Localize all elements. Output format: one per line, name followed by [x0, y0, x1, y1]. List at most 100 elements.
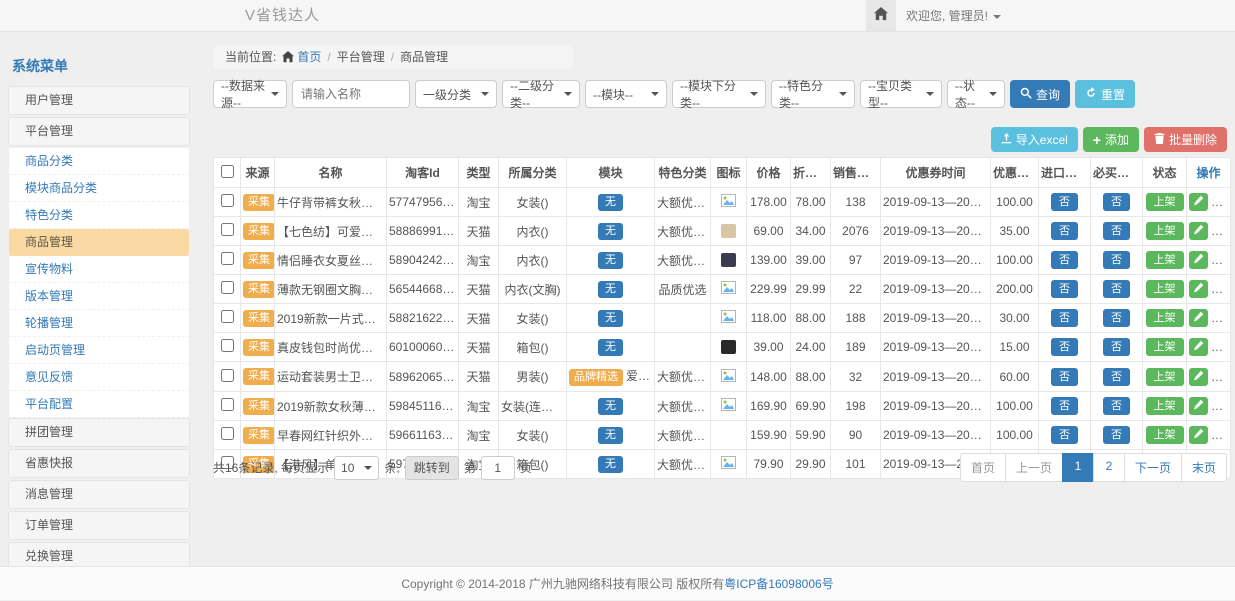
module-sub-category-select[interactable]: --模块下分类-- [672, 80, 766, 108]
imported-toggle[interactable]: 否 [1051, 368, 1078, 386]
status-toggle[interactable]: 上架 [1146, 309, 1184, 327]
must-buy-toggle[interactable]: 否 [1103, 193, 1130, 211]
cell-module: 无 [567, 421, 655, 450]
row-checkbox[interactable] [221, 281, 234, 294]
must-buy-toggle[interactable]: 否 [1103, 222, 1130, 240]
status-toggle[interactable]: 上架 [1146, 251, 1184, 269]
sidebar-item-版本管理[interactable]: 版本管理 [8, 283, 190, 310]
status-toggle[interactable]: 上架 [1146, 193, 1184, 211]
per-page-select[interactable]: 10 [334, 456, 379, 480]
user-menu[interactable]: 欢迎您, 管理员! [906, 0, 1001, 32]
row-checkbox[interactable] [221, 223, 234, 236]
status-toggle[interactable]: 上架 [1146, 397, 1184, 415]
sidebar-item-订单管理[interactable]: 订单管理 [8, 511, 190, 540]
cell-taoke-id: 588869917501 [387, 217, 459, 246]
level1-category-select[interactable]: 一级分类 [415, 80, 497, 108]
jump-page-input[interactable] [481, 456, 515, 480]
page-button-末页[interactable]: 末页 [1181, 453, 1227, 482]
edit-button[interactable] [1189, 426, 1208, 444]
must-buy-toggle[interactable]: 否 [1103, 338, 1130, 356]
cell-discount-price: 24.00 [791, 333, 831, 362]
sidebar-item-兑换管理[interactable]: 兑换管理 [8, 542, 190, 566]
add-button[interactable]: + 添加 [1083, 127, 1139, 152]
page-button-2[interactable]: 2 [1093, 453, 1125, 482]
edit-button[interactable] [1189, 280, 1208, 298]
status-select[interactable]: --状态-- [947, 80, 1005, 108]
sidebar-item-启动页管理[interactable]: 启动页管理 [8, 337, 190, 364]
sidebar-item-轮播管理[interactable]: 轮播管理 [8, 310, 190, 337]
edit-button[interactable] [1189, 251, 1208, 269]
sidebar-item-平台配置[interactable]: 平台配置 [8, 391, 190, 418]
sidebar-item-用户管理[interactable]: 用户管理 [8, 86, 190, 115]
level2-category-select[interactable]: --二级分类-- [502, 80, 580, 108]
sidebar-item-模块商品分类[interactable]: 模块商品分类 [8, 175, 190, 202]
cell-source: 采集 [241, 188, 275, 217]
status-toggle[interactable]: 上架 [1146, 338, 1184, 356]
must-buy-toggle[interactable]: 否 [1103, 368, 1130, 386]
caret-down-icon [651, 92, 659, 96]
batch-delete-button[interactable]: 批量删除 [1144, 127, 1227, 152]
import-excel-button[interactable]: 导入excel [991, 127, 1078, 152]
breadcrumb-home-link[interactable]: 首页 [297, 50, 321, 64]
must-buy-toggle[interactable]: 否 [1103, 426, 1130, 444]
status-toggle[interactable]: 上架 [1146, 280, 1184, 298]
pagination: 共16条记录, 每页显示 10 条, 跳转到 第 页 首页上一页12下一页末页 [213, 453, 1227, 482]
row-checkbox[interactable] [221, 339, 234, 352]
status-toggle[interactable]: 上架 [1146, 368, 1184, 386]
page-button-首页[interactable]: 首页 [960, 453, 1006, 482]
search-button[interactable]: 查询 [1010, 80, 1070, 108]
imported-toggle[interactable]: 否 [1051, 193, 1078, 211]
edit-button[interactable] [1189, 193, 1208, 211]
column-header-模块: 模块 [567, 158, 655, 188]
sidebar-item-特色分类[interactable]: 特色分类 [8, 202, 190, 229]
row-checkbox[interactable] [221, 194, 234, 207]
edit-button[interactable] [1189, 309, 1208, 327]
status-toggle[interactable]: 上架 [1146, 222, 1184, 240]
imported-toggle[interactable]: 否 [1051, 309, 1078, 327]
row-checkbox[interactable] [221, 369, 234, 382]
icp-link[interactable]: 粤ICP备16098006号 [724, 577, 833, 591]
cell-icon [711, 217, 747, 246]
select-all-checkbox[interactable] [221, 165, 234, 178]
page-button-下一页[interactable]: 下一页 [1124, 453, 1182, 482]
home-button[interactable] [866, 0, 896, 31]
imported-toggle[interactable]: 否 [1051, 426, 1078, 444]
imported-toggle[interactable]: 否 [1051, 338, 1078, 356]
reset-button[interactable]: 重置 [1075, 80, 1135, 108]
sidebar-item-平台管理[interactable]: 平台管理 [8, 117, 190, 146]
sidebar-item-省惠快报[interactable]: 省惠快报 [8, 449, 190, 478]
must-buy-toggle[interactable]: 否 [1103, 280, 1130, 298]
must-buy-toggle[interactable]: 否 [1103, 251, 1130, 269]
row-checkbox[interactable] [221, 398, 234, 411]
sidebar-item-商品分类[interactable]: 商品分类 [8, 148, 190, 175]
imported-toggle[interactable]: 否 [1051, 222, 1078, 240]
sidebar-item-意见反馈[interactable]: 意见反馈 [8, 364, 190, 391]
imported-toggle[interactable]: 否 [1051, 280, 1078, 298]
jump-button[interactable]: 跳转到 [405, 456, 459, 480]
sidebar-item-宣传物料[interactable]: 宣传物料 [8, 256, 190, 283]
item-type-select[interactable]: --宝贝类型-- [860, 80, 942, 108]
module-select[interactable]: --模块-- [585, 80, 667, 108]
must-buy-toggle[interactable]: 否 [1103, 397, 1130, 415]
must-buy-toggle[interactable]: 否 [1103, 309, 1130, 327]
data-source-select[interactable]: --数据来源-- [213, 80, 287, 108]
edit-button[interactable] [1189, 222, 1208, 240]
row-checkbox[interactable] [221, 310, 234, 323]
edit-button[interactable] [1189, 368, 1208, 386]
row-checkbox[interactable] [221, 427, 234, 440]
edit-button[interactable] [1189, 338, 1208, 356]
row-checkbox[interactable] [221, 252, 234, 265]
module-badge: 无 [598, 194, 623, 211]
page-button-1[interactable]: 1 [1062, 453, 1094, 482]
feature-category-select[interactable]: --特色分类-- [771, 80, 855, 108]
imported-toggle[interactable]: 否 [1051, 251, 1078, 269]
imported-toggle[interactable]: 否 [1051, 397, 1078, 415]
edit-button[interactable] [1189, 397, 1208, 415]
sidebar-item-商品管理[interactable]: 商品管理 [8, 229, 190, 256]
column-header-销售数量: 销售数量 [831, 158, 881, 188]
page-button-上一页[interactable]: 上一页 [1005, 453, 1063, 482]
name-input[interactable] [292, 80, 410, 108]
status-toggle[interactable]: 上架 [1146, 426, 1184, 444]
sidebar-item-拼团管理[interactable]: 拼团管理 [8, 418, 190, 447]
sidebar-item-消息管理[interactable]: 消息管理 [8, 480, 190, 509]
